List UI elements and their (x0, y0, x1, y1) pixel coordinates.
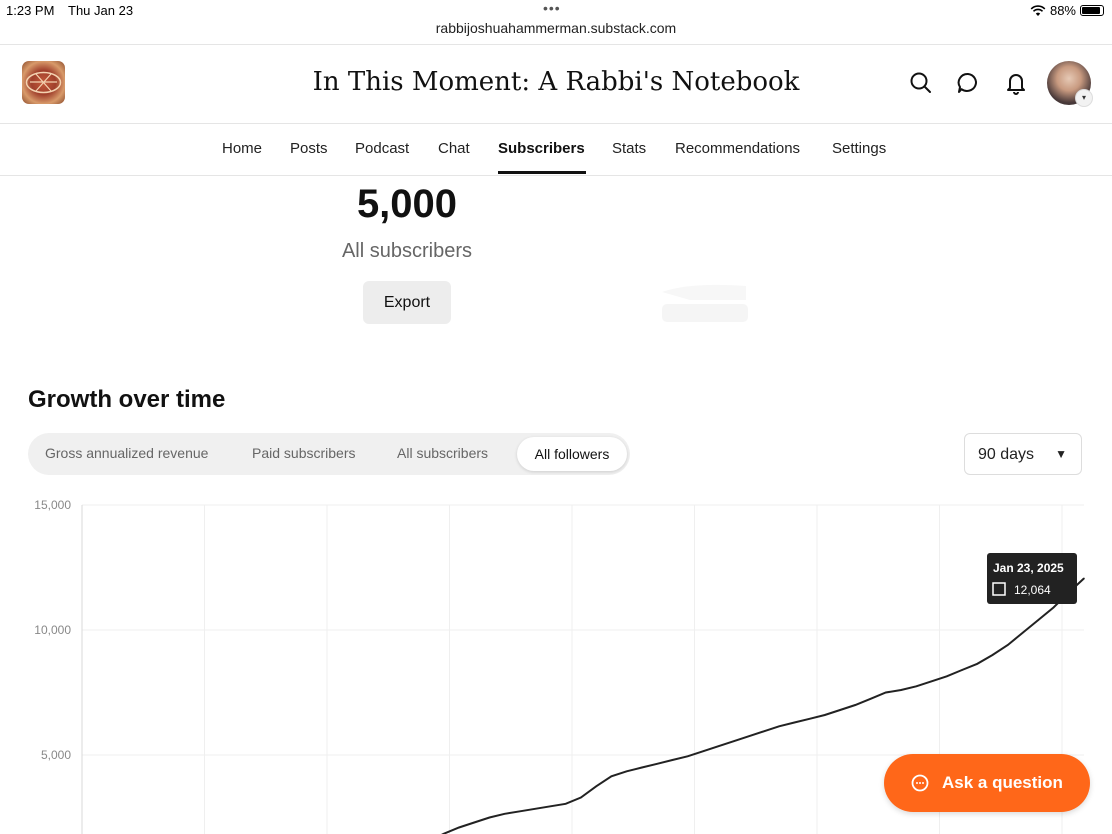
series-point (1037, 619, 1040, 621)
subscriber-count-label: All subscribers (341, 240, 473, 262)
wifi-icon (1030, 4, 1046, 16)
nav-subscribers[interactable]: Subscribers (498, 140, 585, 157)
series-point (732, 740, 735, 743)
bell-icon[interactable] (1003, 70, 1029, 96)
subscriber-count: 5,000 (356, 182, 458, 226)
series-point (854, 704, 857, 706)
chart-tooltip: Jan 23, 2025 12,064 (987, 553, 1077, 604)
series-point (625, 770, 628, 773)
y-axis-ticks: 15,000 10,000 5,000 (34, 498, 71, 762)
nav-stats[interactable]: Stats (612, 140, 646, 157)
range-value: 90 days (978, 446, 1035, 463)
series-point (839, 709, 841, 711)
chat-dots-icon (911, 774, 929, 792)
nav-settings[interactable]: Settings (832, 140, 886, 157)
tab-all-followers-label: All followers (534, 446, 610, 462)
series-point (595, 785, 597, 788)
nav-chat[interactable]: Chat (438, 140, 470, 157)
nav-home[interactable]: Home (222, 140, 262, 157)
series-point (869, 697, 872, 700)
series-point (900, 689, 902, 691)
series-point (534, 807, 536, 810)
tab-gross-annualized-revenue[interactable]: Gross annualized revenue (45, 445, 208, 461)
series-point (519, 810, 521, 813)
series-point (1052, 606, 1055, 609)
site-title[interactable]: In This Moment: A Rabbi's Notebook (0, 67, 1112, 97)
growth-title: Growth over time (28, 386, 226, 413)
export-button[interactable]: Export (363, 281, 451, 324)
series-point (1022, 631, 1024, 634)
series-point (671, 759, 674, 761)
series-point (458, 826, 460, 829)
tooltip-value: 12,064 (1014, 583, 1051, 597)
series-point (915, 685, 918, 688)
status-bar: 1:23 PM Thu Jan 23 ••• 88% (0, 0, 1112, 22)
series-point (564, 802, 567, 805)
series-point (686, 755, 689, 758)
avatar-dropdown-icon[interactable]: ▾ (1075, 89, 1093, 107)
series-point (641, 766, 643, 769)
series-point (808, 717, 811, 720)
nav-recommendations[interactable]: Recommendations (675, 140, 800, 157)
status-right: 88% (1030, 3, 1104, 18)
series-point (488, 816, 491, 819)
ask-question-label: Ask a question (942, 773, 1063, 792)
series-point (580, 796, 582, 799)
series-point (549, 805, 552, 808)
metric-tabs: Gross annualized revenue Paid subscriber… (28, 433, 630, 475)
series-point (885, 691, 887, 694)
series-point (702, 750, 704, 753)
dashboard-nav: Home Posts Podcast Chat Subscribers Stat… (0, 123, 1112, 176)
series-point (717, 745, 719, 748)
series-point (976, 662, 979, 665)
series-point (1083, 577, 1085, 580)
series-point (763, 730, 765, 733)
series-point (961, 669, 963, 671)
series-point (473, 821, 476, 824)
tab-all-subscribers[interactable]: All subscribers (397, 445, 488, 461)
series-point (793, 721, 796, 724)
series-point (1006, 644, 1009, 646)
tooltip-date: Jan 23, 2025 (993, 561, 1064, 575)
series-point (991, 654, 994, 656)
caret-down-icon: ▼ (1055, 447, 1067, 461)
status-time: 1:23 PM (6, 3, 55, 18)
multitask-dots[interactable]: ••• (543, 0, 561, 16)
series-point (778, 725, 780, 728)
y-tick-label: 15,000 (34, 498, 71, 512)
address-bar[interactable]: rabbijoshuahammerman.substack.com (0, 20, 1112, 36)
ask-question-button[interactable]: Ask a question (884, 754, 1090, 812)
y-tick-label: 5,000 (41, 748, 71, 762)
series-point (656, 762, 658, 765)
series-point (930, 680, 933, 683)
status-date: Thu Jan 23 (68, 3, 134, 18)
nav-podcast[interactable]: Podcast (355, 140, 409, 157)
faded-graphic (662, 284, 748, 322)
series-point (610, 775, 613, 778)
series-point (747, 735, 750, 738)
series-point (503, 812, 506, 815)
search-icon[interactable] (908, 70, 934, 96)
tab-all-followers[interactable]: All followers (517, 437, 627, 471)
y-tick-label: 10,000 (34, 623, 71, 637)
tab-paid-subscribers[interactable]: Paid subscribers (252, 445, 356, 461)
battery-icon (1080, 5, 1104, 16)
nav-active-indicator (498, 171, 586, 174)
user-avatar[interactable]: ▾ (1047, 61, 1093, 107)
range-select[interactable]: 90 days ▼ (964, 433, 1082, 475)
series-point (946, 675, 948, 678)
series-point (824, 714, 826, 716)
nav-posts[interactable]: Posts (290, 140, 328, 157)
site-header: In This Moment: A Rabbi's Notebook ▾ (0, 44, 1112, 124)
chat-bubble-icon[interactable] (955, 70, 981, 96)
battery-percent: 88% (1049, 3, 1076, 18)
